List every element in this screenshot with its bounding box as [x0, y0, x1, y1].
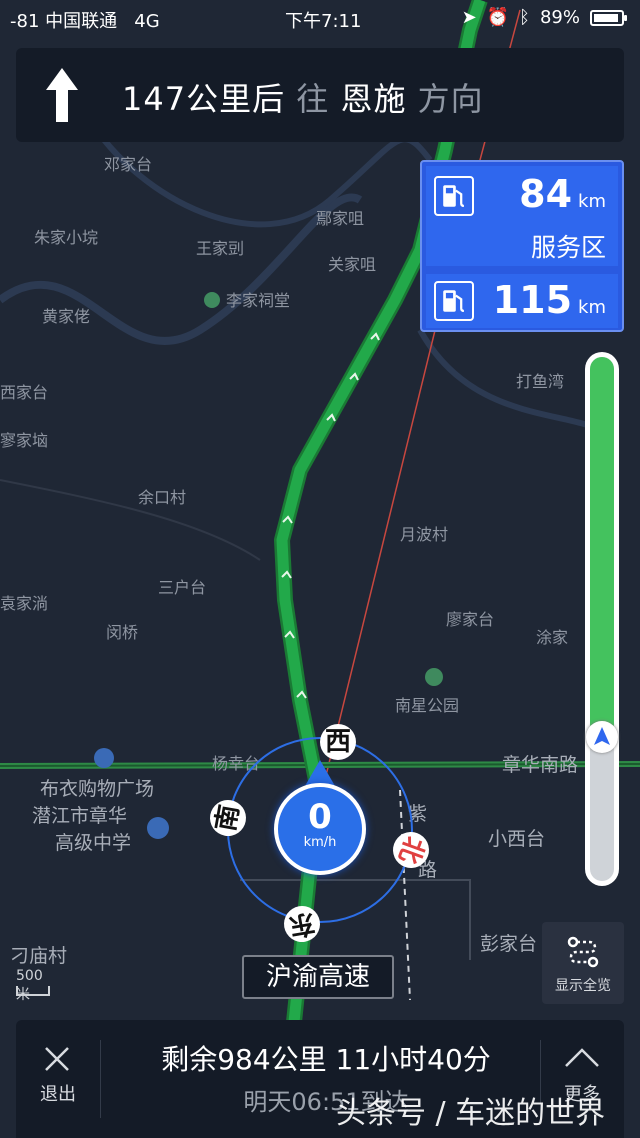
map-place-label: 潜江市章华 [32, 805, 127, 827]
map-place-label: 打鱼湾 [516, 372, 564, 391]
map-place-label: 高级中学 [55, 832, 131, 854]
compass-west: 西 [320, 724, 356, 760]
straight-arrow-icon [46, 68, 78, 122]
map-place-label: 李家祠堂 [226, 291, 290, 310]
status-bar: -81 中国联通 4G 下午7:11 ➤ ⏰ ᛒ 89% [0, 0, 640, 36]
route-progress-remaining [590, 357, 614, 734]
guidance-destination: 恩施 [340, 80, 407, 118]
map-place-label: 关家咀 [328, 255, 376, 274]
map-place-label: 寥家垴 [0, 431, 48, 450]
guidance-distance: 147公里后 [122, 80, 286, 118]
watermark-text: 头条号 / 车迷的世界 [336, 1096, 606, 1131]
map-place-label: 刁庙村 [10, 945, 67, 967]
map-place-label: 王家剅 [196, 239, 244, 258]
service-area-distance: 115 km [492, 278, 606, 322]
location-icon: ➤ [461, 7, 477, 28]
service-area-label: 服务区 [530, 233, 606, 262]
service-area-distance: 84 km [519, 172, 606, 216]
alarm-icon: ⏰ [486, 7, 510, 28]
map-place-label: 黄家佬 [42, 307, 90, 326]
service-area-item[interactable]: 115 km [426, 274, 618, 328]
navigation-arrow-icon [594, 727, 610, 745]
fuel-pump-icon [434, 281, 474, 321]
map-place-label: 袁家淌 [0, 594, 48, 613]
exit-button[interactable]: 退出 [16, 1020, 100, 1138]
map-place-label: 邓家台 [104, 155, 152, 174]
map-place-label: 南星公园 [395, 696, 459, 715]
map-place-label: 章华南路 [502, 754, 578, 776]
bluetooth-icon: ᛒ [519, 7, 530, 28]
carrier-label: -81 中国联通 4G [10, 11, 160, 32]
current-road-label: 沪渝高速 [242, 955, 394, 999]
route-overview-icon [567, 936, 599, 968]
chevron-up-icon [565, 1048, 599, 1067]
remaining-summary: 剩余984公里 11小时40分 [161, 1043, 491, 1076]
map-place-label: 三户台 [158, 578, 206, 597]
map-place-label: 余口村 [138, 488, 186, 507]
map-place-label: 布衣购物广场 [40, 778, 154, 800]
battery-icon [590, 9, 627, 26]
map-place-label: 月波村 [400, 525, 448, 544]
fuel-pump-icon [434, 176, 474, 216]
guidance-direction: 方向 [417, 80, 484, 118]
map-scale: 500米 [14, 968, 54, 1003]
guidance-toward: 往 [296, 80, 330, 118]
show-overview-button[interactable]: 显示全览 [542, 922, 624, 1004]
speed-unit: km/h [303, 835, 337, 850]
speedometer: 0 km/h [274, 783, 366, 875]
guidance-text: 147公里后 往 恩施 方向 [122, 74, 484, 120]
battery-percent: 89% [539, 7, 580, 28]
exit-label: 退出 [40, 1084, 76, 1105]
service-area-item[interactable]: 84 km 服务区 [426, 166, 618, 266]
close-icon [45, 1047, 69, 1071]
map-place-label: 鄢家咀 [316, 209, 364, 228]
network-type: 4G [134, 11, 160, 32]
route-progress-bar [585, 352, 619, 886]
clock: 下午7:11 [285, 11, 362, 32]
speed-value: 0 [308, 797, 332, 837]
map-place-label: 西家台 [0, 383, 48, 402]
current-position-marker [586, 721, 618, 753]
map-place-label: 小西台 [488, 828, 545, 850]
map-place-label: 彭家台 [480, 933, 537, 955]
map-place-label: 闵桥 [106, 623, 138, 642]
map-place-label: 廖家台 [446, 610, 494, 629]
map-place-label: 朱家小垸 [34, 228, 98, 247]
show-overview-label: 显示全览 [555, 978, 611, 994]
turn-guidance-panel[interactable]: 147公里后 往 恩施 方向 [16, 48, 624, 142]
map-place-label: 涂家 [536, 628, 568, 647]
service-area-panel[interactable]: 84 km 服务区 115 km [420, 160, 624, 332]
